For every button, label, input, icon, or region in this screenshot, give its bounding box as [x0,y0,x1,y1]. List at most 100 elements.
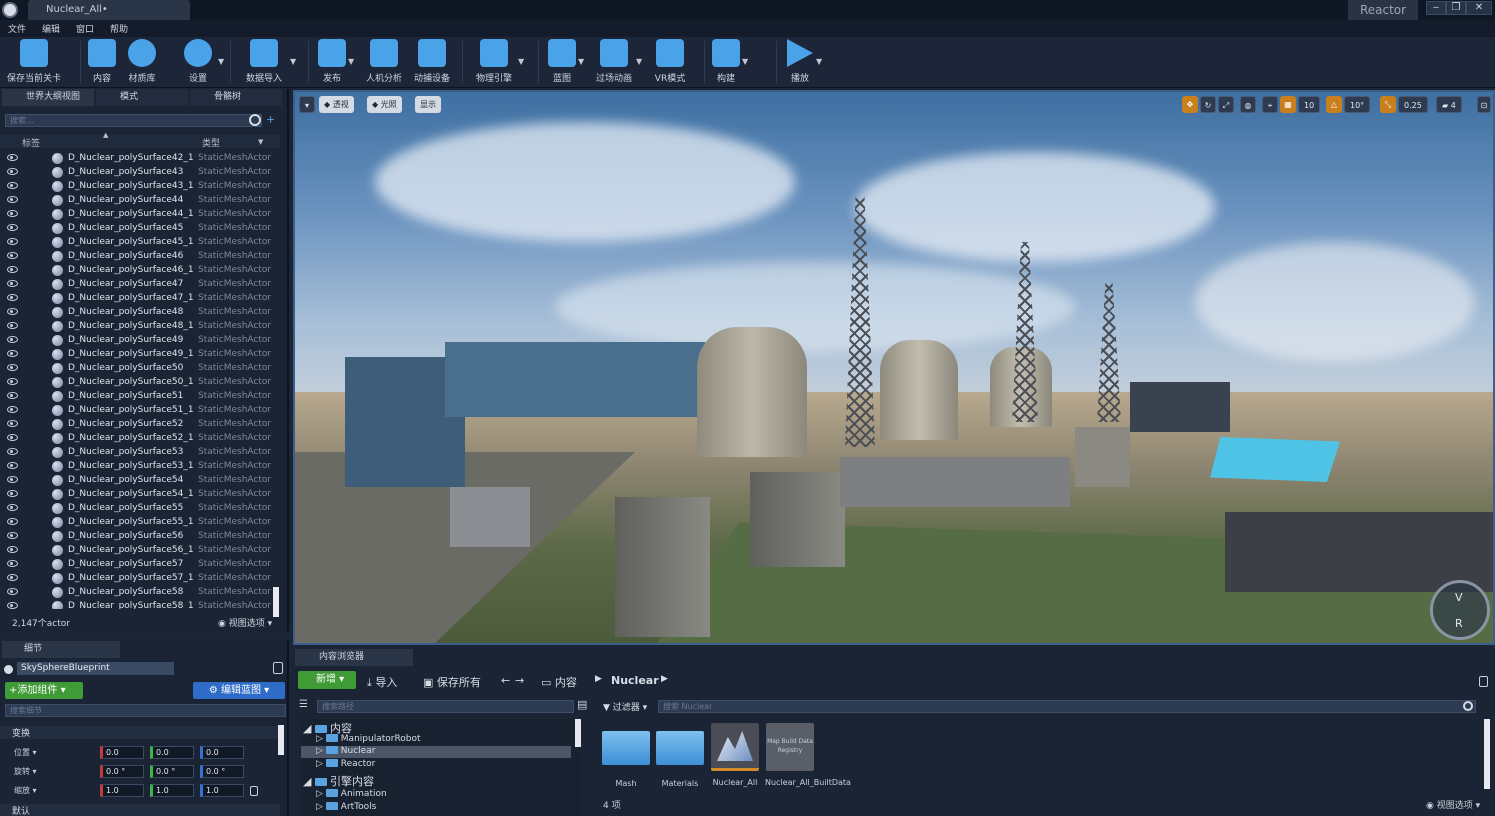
rotation-snap-icon[interactable]: △ [1326,96,1342,113]
path-view-icon[interactable]: ▤ [577,698,587,711]
visibility-eye-icon[interactable] [7,574,18,581]
table-row[interactable]: D_Nuclear_polySurface57_1 StaticMeshActor [0,571,272,585]
scale-snap-value[interactable]: 0.25 [1398,96,1428,113]
scale-lock-icon[interactable] [250,786,258,796]
table-row[interactable]: D_Nuclear_polySurface46_1 StaticMeshActor [0,263,272,277]
table-row[interactable]: D_Nuclear_polySurface48 StaticMeshActor [0,305,272,319]
table-row[interactable]: D_Nuclear_polySurface52 StaticMeshActor [0,417,272,431]
outliner-view-options[interactable]: ◉ 视图选项 ▾ [218,616,272,629]
tab-modes[interactable]: 模式 [96,89,188,106]
search-icon[interactable] [1463,701,1473,711]
visibility-eye-icon[interactable] [7,560,18,567]
content-view-options[interactable]: ◉ 视图选项 ▾ [1426,798,1480,811]
tree-reactor[interactable]: ▷ Reactor [316,759,375,769]
toolbar-vr-button[interactable]: VR模式 [652,39,688,85]
chevron-down-icon[interactable]: ▼ [218,57,224,66]
breadcrumb-separator-icon[interactable]: ▶ [595,674,602,684]
table-row[interactable]: D_Nuclear_polySurface54_1 StaticMeshActor [0,487,272,501]
location-y-field[interactable]: 0.0 [150,746,194,759]
visibility-eye-icon[interactable] [7,378,18,385]
table-row[interactable]: D_Nuclear_polySurface56 StaticMeshActor [0,529,272,543]
column-label[interactable]: 标签 [22,136,40,149]
toolbar-content-grid-button[interactable]: 内容 [88,39,116,85]
chevron-down-icon[interactable]: ▼ [290,57,296,66]
table-row[interactable]: D_Nuclear_polySurface55_1 StaticMeshActor [0,515,272,529]
tree-scrollbar[interactable] [575,719,581,747]
chevron-down-icon[interactable]: ▼ [518,57,524,66]
column-type[interactable]: 类型 [202,136,220,149]
toolbar-ergonomics-button[interactable]: 人机分析 [364,39,404,85]
visibility-eye-icon[interactable] [7,490,18,497]
table-row[interactable]: D_Nuclear_polySurface54 StaticMeshActor [0,473,272,487]
chevron-down-icon[interactable]: ▼ [258,138,263,146]
location-z-field[interactable]: 0.0 [200,746,244,759]
close-icon[interactable]: ✕ [1466,1,1492,15]
visibility-eye-icon[interactable] [7,224,18,231]
visibility-eye-icon[interactable] [7,588,18,595]
toolbar-blueprint-button[interactable]: 蓝图 [548,39,576,85]
scale-tool-icon[interactable]: ⤢ [1218,96,1234,113]
rotation-snap-value[interactable]: 10° [1344,96,1371,113]
visibility-eye-icon[interactable] [7,308,18,315]
rotation-x-field[interactable]: 0.0 ° [100,765,144,778]
asset-folder-mash[interactable]: Mash [601,723,651,788]
sources-toggle-icon[interactable]: ☰ [299,699,308,710]
tree-manipulatorrobot[interactable]: ▷ ManipulatorRobot [316,734,421,744]
table-row[interactable]: D_Nuclear_polySurface58 StaticMeshActor [0,585,272,599]
visibility-eye-icon[interactable] [7,448,18,455]
toolbar-physics-button[interactable]: 物理引擎 [472,39,516,85]
maximize-icon[interactable]: ❐ [1446,1,1466,15]
table-row[interactable]: D_Nuclear_polySurface52_1 StaticMeshActor [0,431,272,445]
visibility-eye-icon[interactable] [7,168,18,175]
back-icon[interactable]: ← [501,674,510,687]
visibility-eye-icon[interactable] [7,238,18,245]
details-scrollbar[interactable] [278,725,284,755]
table-row[interactable]: D_Nuclear_polySurface42_1 StaticMeshActor [0,151,272,165]
visibility-eye-icon[interactable] [7,266,18,273]
scale-z-field[interactable]: 1.0 [200,784,244,797]
table-row[interactable]: D_Nuclear_polySurface47 StaticMeshActor [0,277,272,291]
scale-x-field[interactable]: 1.0 [100,784,144,797]
table-row[interactable]: D_Nuclear_polySurface55 StaticMeshActor [0,501,272,515]
toolbar-motion-capture-button[interactable]: 动捕设备 [410,39,454,85]
table-row[interactable]: D_Nuclear_polySurface44_1 StaticMeshActor [0,207,272,221]
maximize-viewport-icon[interactable]: ⊡ [1477,96,1491,113]
visibility-eye-icon[interactable] [7,252,18,259]
table-row[interactable]: D_Nuclear_polySurface53 StaticMeshActor [0,445,272,459]
table-row[interactable]: D_Nuclear_polySurface43 StaticMeshActor [0,165,272,179]
scale-label[interactable]: 缩放 ▾ [14,785,37,796]
toolbar-gear-button[interactable]: 设置 [180,39,216,85]
visibility-eye-icon[interactable] [7,336,18,343]
toolbar-play-button[interactable]: 播放 [786,39,814,85]
visibility-eye-icon[interactable] [7,322,18,329]
toolbar-build-button[interactable]: 构建 [712,39,740,85]
toolbar-data-import-button[interactable]: 数据导入 [240,39,288,85]
menu-edit[interactable]: 编辑 [42,22,60,35]
add-component-button[interactable]: +添加组件 ▾ [5,682,83,699]
menu-help[interactable]: 帮助 [110,22,128,35]
tab-skeleton-tree[interactable]: 骨骼树 [190,89,282,106]
visibility-eye-icon[interactable] [7,392,18,399]
tree-nuclear[interactable]: ▷ Nuclear [316,746,375,756]
grid-snap-icon[interactable]: ▦ [1280,96,1296,113]
table-row[interactable]: D_Nuclear_polySurface44 StaticMeshActor [0,193,272,207]
visibility-eye-icon[interactable] [7,602,18,609]
chevron-down-icon[interactable]: ▼ [578,57,584,66]
asset-search-input[interactable]: 搜索 Nuclear [658,700,1476,713]
table-row[interactable]: D_Nuclear_polySurface50 StaticMeshActor [0,361,272,375]
table-row[interactable]: D_Nuclear_polySurface46 StaticMeshActor [0,249,272,263]
table-row[interactable]: D_Nuclear_polySurface58_1 StaticMeshActor [0,599,272,609]
table-row[interactable]: D_Nuclear_polySurface56_1 StaticMeshActor [0,543,272,557]
chevron-down-icon[interactable]: ▼ [636,57,642,66]
visibility-eye-icon[interactable] [7,462,18,469]
save-all-button[interactable]: ▣ 保存所有 [423,674,481,690]
visibility-eye-icon[interactable] [7,406,18,413]
rotation-y-field[interactable]: 0.0 ° [150,765,194,778]
table-row[interactable]: D_Nuclear_polySurface49_1 StaticMeshActor [0,347,272,361]
asset-folder-materials[interactable]: Materials [655,723,705,788]
import-button[interactable]: ⤓ 导入 [367,674,397,690]
visibility-eye-icon[interactable] [7,476,18,483]
visibility-eye-icon[interactable] [7,434,18,441]
tree-animation[interactable]: ▷ Animation [316,789,387,799]
visibility-eye-icon[interactable] [7,518,18,525]
